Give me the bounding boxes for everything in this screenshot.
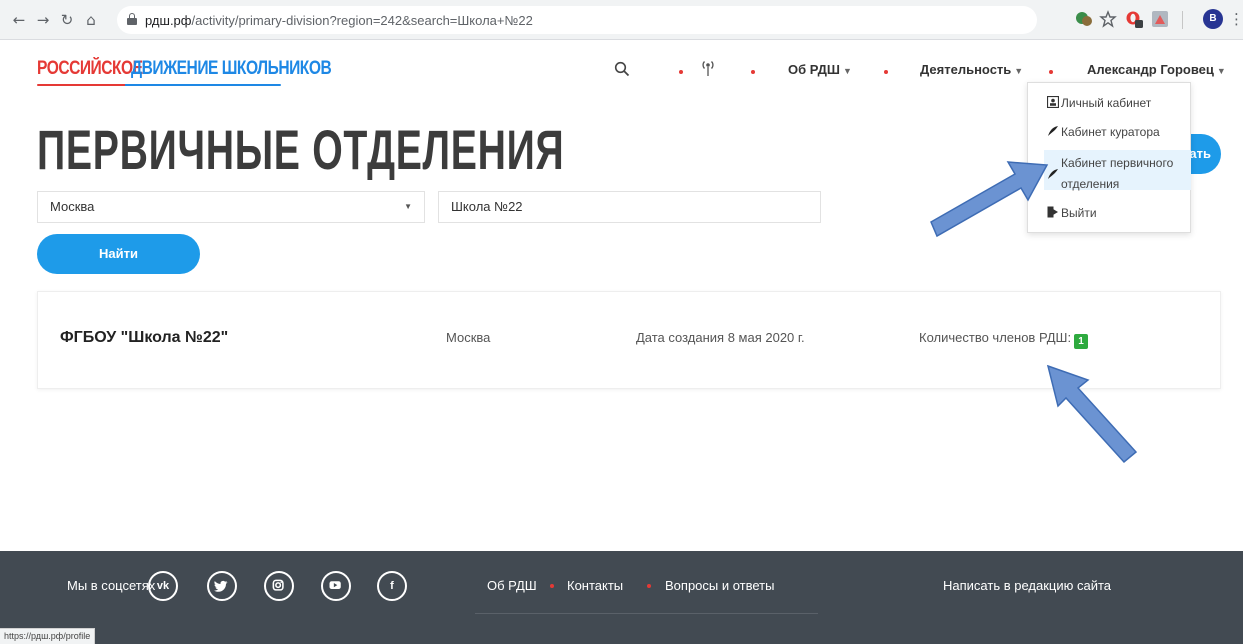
- address-bar[interactable]: рдш.рф/activity/primary-division?region=…: [117, 6, 1037, 34]
- broadcast-icon[interactable]: [699, 58, 717, 78]
- user-name: Александр Горовец: [1087, 62, 1214, 77]
- feather-icon: [1048, 126, 1058, 136]
- find-button[interactable]: Найти: [37, 234, 200, 274]
- address-url[interactable]: рдш.рф/activity/primary-division?region=…: [145, 13, 533, 28]
- translate-icon[interactable]: [1075, 10, 1093, 28]
- menu-item-label-line-2: отделения: [1061, 177, 1120, 191]
- menu-item-label: Выйти: [1061, 206, 1097, 220]
- star-icon[interactable]: [1099, 10, 1117, 28]
- logo-word-1: РОССИЙСКОЕ: [37, 58, 143, 79]
- menu-item-label: Кабинет куратора: [1061, 125, 1160, 139]
- footer-separator: [550, 584, 554, 588]
- footer-link-about[interactable]: Об РДШ: [487, 578, 537, 593]
- region-select[interactable]: Москва ▼: [37, 191, 425, 223]
- home-icon[interactable]: ⌂: [82, 11, 100, 29]
- facebook-icon[interactable]: f: [377, 571, 407, 601]
- reload-icon[interactable]: ↻: [58, 11, 76, 29]
- browser-menu-icon[interactable]: ⋮: [1229, 10, 1243, 28]
- nav-activity[interactable]: Деятельность ▼: [920, 62, 1023, 77]
- nav-separator: [751, 70, 755, 74]
- logo-underline: [37, 84, 281, 86]
- nav-separator: [679, 70, 683, 74]
- annotation-arrow-to-members-count: [1046, 364, 1138, 464]
- annotation-arrow-to-menu-item: [930, 161, 1049, 238]
- site-footer: Мы в соцсетях vk f Об РДШ Контакты Вопро…: [0, 551, 1243, 644]
- profile-card-icon: [1047, 96, 1059, 108]
- pdf-extension-icon[interactable]: [1151, 10, 1169, 28]
- result-name[interactable]: ФГБОУ "Школа №22": [60, 329, 228, 347]
- instagram-icon[interactable]: [264, 571, 294, 601]
- page: ← → ↻ ⌂ рдш.рф/activity/primary-division…: [0, 0, 1243, 644]
- browser-toolbar: ← → ↻ ⌂ рдш.рф/activity/primary-division…: [0, 0, 1243, 40]
- chevron-down-icon: ▼: [1216, 66, 1226, 76]
- nav-about-label: Об РДШ: [788, 62, 840, 77]
- page-title: ПЕРВИЧНЫЕ ОТДЕЛЕНИЯ: [37, 118, 565, 181]
- twitter-icon[interactable]: [207, 571, 237, 601]
- search-input[interactable]: Школа №22: [438, 191, 821, 223]
- footer-link-write-editors[interactable]: Написать в редакцию сайта: [943, 578, 1111, 593]
- url-host: рдш.рф: [145, 13, 192, 28]
- footer-divider: [475, 613, 818, 614]
- menu-item-label: Личный кабинет: [1061, 96, 1152, 110]
- nav-about-rdsh[interactable]: Об РДШ ▼: [788, 62, 852, 77]
- chevron-down-icon: ▼: [1014, 66, 1024, 76]
- opera-extension-icon[interactable]: [1125, 10, 1143, 28]
- result-date: Дата создания 8 мая 2020 г.: [636, 330, 805, 345]
- nav-activity-label: Деятельность: [920, 62, 1012, 77]
- menu-item-label-line-1: Кабинет первичного: [1061, 156, 1174, 170]
- status-bar-url: https://рдш.рф/profile: [0, 628, 96, 644]
- members-count-badge: 1: [1074, 334, 1089, 349]
- result-members: Количество членов РДШ: 1: [919, 330, 1089, 349]
- region-select-value: Москва: [50, 199, 95, 214]
- youtube-icon[interactable]: [321, 571, 351, 601]
- back-icon[interactable]: ←: [10, 11, 28, 29]
- footer-separator: [647, 584, 651, 588]
- url-path: /activity/primary-division?region=242&se…: [191, 13, 533, 28]
- chevron-down-icon: ▼: [842, 66, 852, 76]
- select-arrow-icon: ▼: [404, 202, 412, 211]
- vk-icon[interactable]: vk: [148, 571, 178, 601]
- footer-link-faq[interactable]: Вопросы и ответы: [665, 578, 774, 593]
- profile-avatar[interactable]: В: [1203, 9, 1223, 29]
- social-label: Мы в соцсетях: [67, 578, 156, 593]
- site-logo[interactable]: РОССИЙСКОЕ ДВИЖЕНИЕ ШКОЛЬНИКОВ: [37, 58, 332, 88]
- toolbar-divider: [1182, 11, 1183, 29]
- footer-link-contacts[interactable]: Контакты: [567, 578, 623, 593]
- nav-separator: [884, 70, 888, 74]
- forward-icon[interactable]: →: [34, 11, 52, 29]
- members-label: Количество членов РДШ:: [919, 330, 1072, 345]
- result-city: Москва: [446, 330, 491, 345]
- logo-word-2: ДВИЖЕНИЕ ШКОЛЬНИКОВ: [131, 58, 332, 79]
- search-icon[interactable]: [614, 61, 630, 77]
- lock-icon: [127, 13, 137, 25]
- nav-separator: [1049, 70, 1053, 74]
- nav-user-menu[interactable]: Александр Горовец ▼: [1087, 62, 1226, 77]
- user-dropdown-menu: Личный кабинет Кабинет куратора Кабинет …: [1027, 82, 1191, 233]
